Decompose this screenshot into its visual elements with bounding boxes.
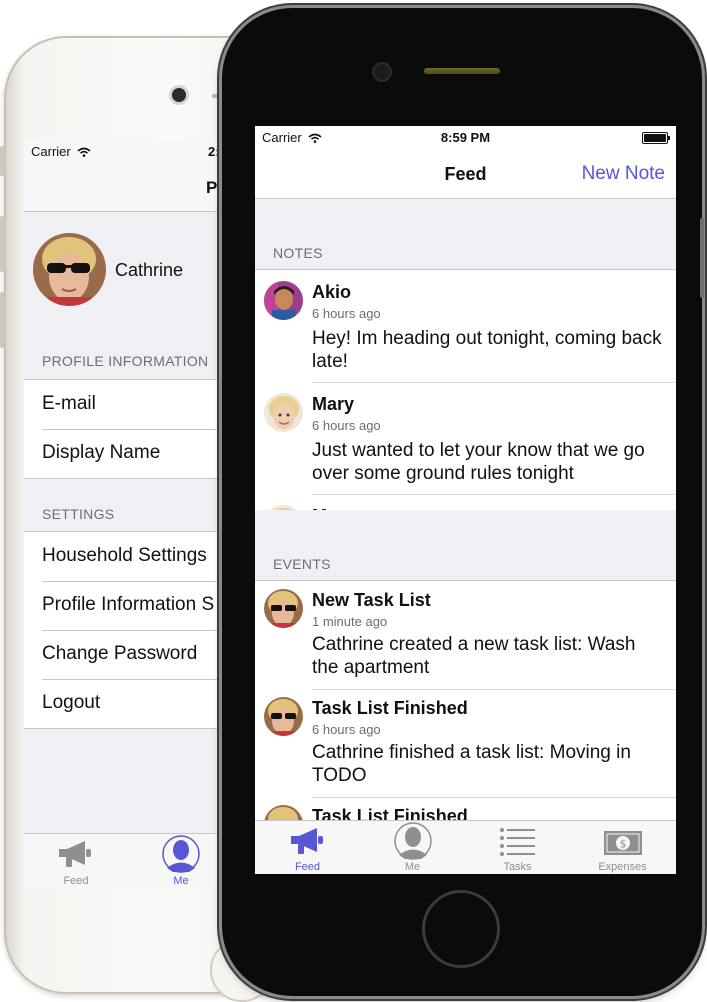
- carrier-label: Carrier: [31, 144, 91, 159]
- wifi-icon: [77, 147, 91, 157]
- status-time: 2:: [208, 144, 220, 159]
- list-item[interactable]: M: [255, 494, 676, 510]
- battery-icon: [642, 132, 670, 144]
- avatar-cathrine-icon: [264, 697, 303, 736]
- list-item[interactable]: New Task List 1 minute ago Cathrine crea…: [255, 581, 676, 689]
- avatar: [264, 805, 303, 821]
- person-icon: [162, 835, 200, 873]
- list-item[interactable]: Mary 6 hours ago Just wanted to let your…: [255, 382, 676, 494]
- list-item[interactable]: Task List Finished: [255, 797, 676, 821]
- status-bar: Carrier 8:59 PM: [255, 126, 676, 148]
- megaphone-icon: [59, 841, 91, 867]
- list-icon: [499, 828, 535, 856]
- list-item[interactable]: Task List Finished 6 hours ago Cathrine …: [255, 689, 676, 797]
- tab-expenses[interactable]: $ Expenses: [570, 821, 675, 874]
- tab-me[interactable]: Me: [360, 821, 465, 874]
- volume-up-button: [0, 216, 5, 272]
- power-button: [700, 218, 704, 298]
- avatar-cathrine-icon: [264, 805, 303, 821]
- front-camera: [374, 64, 390, 80]
- avatar-cathrine-icon: [264, 589, 303, 628]
- profile-information-header: PROFILE INFORMATION: [42, 353, 209, 369]
- avatar[interactable]: [33, 233, 106, 306]
- front-camera: [172, 88, 186, 102]
- tab-bar: Feed Me Tasks $ Expenses: [255, 820, 676, 874]
- svg-text:$: $: [619, 838, 626, 851]
- tab-tasks[interactable]: Tasks: [465, 821, 570, 874]
- avatar-mary-icon: [264, 393, 303, 432]
- avatar-akio-icon: [264, 281, 303, 320]
- profile-name: Cathrine: [115, 260, 184, 280]
- avatar-mary-icon: [264, 505, 303, 510]
- settings-header: SETTINGS: [42, 506, 115, 522]
- avatar: [264, 589, 303, 628]
- avatar: [264, 393, 303, 432]
- notes-list: Akio 6 hours ago Hey! Im heading out ton…: [255, 269, 676, 510]
- status-time: 8:59 PM: [440, 130, 491, 145]
- volume-down-button: [0, 292, 5, 348]
- avatar: [264, 697, 303, 736]
- navigation-bar: Feed New Note: [255, 148, 676, 199]
- feed-screen: Carrier 8:59 PM Feed New Note NOTES Akio…: [255, 126, 676, 874]
- new-note-button[interactable]: New Note: [582, 163, 665, 185]
- mute-switch: [0, 146, 5, 176]
- tab-me[interactable]: Me: [141, 834, 221, 889]
- megaphone-icon: [290, 828, 323, 854]
- events-header: EVENTS: [273, 556, 331, 572]
- avatar: [264, 281, 303, 320]
- home-button[interactable]: [422, 890, 500, 968]
- avatar-cathrine-icon: [33, 233, 106, 306]
- tab-feed[interactable]: Feed: [36, 834, 116, 889]
- earpiece-speaker: [424, 68, 500, 74]
- list-item[interactable]: Akio 6 hours ago Hey! Im heading out ton…: [255, 270, 676, 382]
- dollar-bill-icon: $: [603, 831, 642, 855]
- avatar: [264, 505, 303, 510]
- tab-feed[interactable]: Feed: [255, 821, 360, 874]
- events-list: New Task List 1 minute ago Cathrine crea…: [255, 580, 676, 821]
- notes-header: NOTES: [273, 245, 323, 261]
- person-icon: [393, 822, 432, 860]
